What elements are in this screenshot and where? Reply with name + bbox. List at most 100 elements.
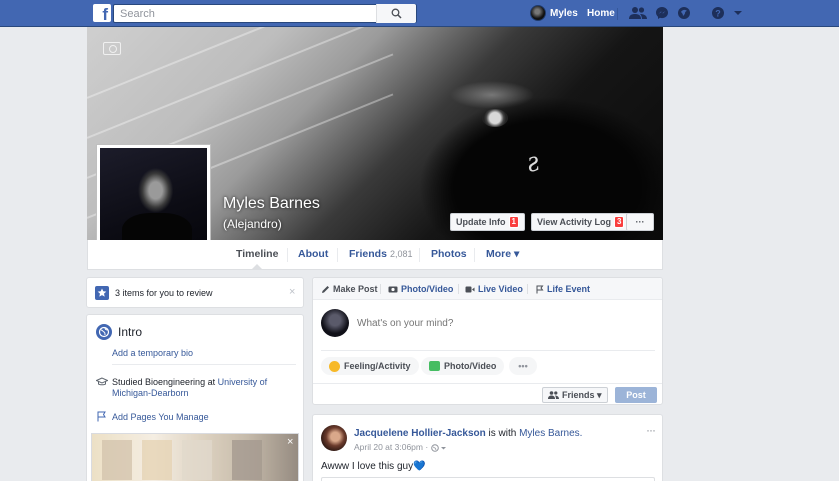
- divider: [112, 364, 296, 365]
- add-bio-link[interactable]: Add a temporary bio: [112, 348, 193, 358]
- post-timestamp[interactable]: April 20 at 3:06pm ·: [354, 442, 431, 452]
- tab-label: Life Event: [547, 284, 591, 294]
- post-text: Awww I love this guy💙: [321, 461, 426, 472]
- avatar: [321, 309, 349, 337]
- featured-photos-preview[interactable]: ×: [91, 433, 299, 481]
- tab-friends[interactable]: Friends 2,081: [349, 240, 412, 269]
- audience-selector[interactable]: Friends ▾: [542, 387, 608, 403]
- update-info-label: Update Info: [456, 217, 506, 227]
- photo-icon: [429, 361, 440, 371]
- cover-decoration: [87, 27, 366, 99]
- tab-divider: [419, 248, 420, 262]
- help-icon[interactable]: ?: [711, 6, 725, 20]
- featured-photo: [182, 440, 212, 480]
- tab-divider: [474, 248, 475, 262]
- friend-requests-icon[interactable]: [629, 6, 647, 20]
- post-button[interactable]: Post: [615, 387, 657, 403]
- tagged-user-link[interactable]: Myles Barnes.: [519, 428, 582, 439]
- post-composer: Make Post Photo/Video Live Video Life Ev…: [312, 277, 663, 405]
- account-menu-icon[interactable]: [733, 6, 743, 20]
- pencil-icon: [322, 285, 329, 293]
- post-meta: April 20 at 3:06pm ·: [354, 442, 447, 452]
- nav-icon-group-right: ?: [711, 6, 743, 20]
- tab-divider: [380, 284, 381, 294]
- nav-user-name: Myles: [550, 7, 578, 19]
- smiley-icon: [329, 360, 340, 372]
- top-navigation-bar: f Myles Home ?: [0, 0, 839, 27]
- tab-label: Live Video: [478, 284, 523, 294]
- profile-name[interactable]: Myles Barnes: [223, 195, 320, 213]
- intro-card: Intro Add a temporary bio Studied Bioeng…: [86, 314, 304, 481]
- pill-label: Feeling/Activity: [344, 361, 411, 371]
- notifications-icon[interactable]: [677, 6, 691, 20]
- tab-label: Photo/Video: [401, 284, 454, 294]
- camera-icon: [388, 286, 398, 293]
- tab-photos[interactable]: Photos: [431, 240, 467, 269]
- tab-about[interactable]: About: [298, 240, 328, 269]
- more-options-button[interactable]: ···: [626, 213, 654, 231]
- feeling-activity-button[interactable]: Feeling/Activity: [321, 357, 419, 375]
- live-video-tab[interactable]: Live Video: [465, 284, 523, 294]
- avatar[interactable]: [321, 425, 347, 451]
- photo-video-tab[interactable]: Photo/Video: [388, 284, 453, 294]
- more-actions-button[interactable]: •••: [509, 357, 537, 375]
- divider: [321, 350, 655, 351]
- star-icon: [95, 286, 109, 300]
- with-text: is with: [485, 428, 520, 439]
- flag-icon: [97, 411, 106, 422]
- tab-more[interactable]: More ▾: [486, 240, 519, 269]
- review-items-card[interactable]: 3 items for you to review ×: [86, 277, 304, 308]
- graduation-cap-icon: [96, 377, 108, 386]
- privacy-icon[interactable]: [430, 443, 447, 452]
- add-pages-link[interactable]: Add Pages You Manage: [112, 412, 209, 422]
- close-icon[interactable]: ×: [289, 286, 295, 298]
- friends-count: 2,081: [389, 249, 413, 259]
- messages-icon[interactable]: [655, 6, 669, 20]
- search-icon: [391, 8, 402, 19]
- author-link[interactable]: Jacquelene Hollier-Jackson: [354, 428, 486, 439]
- audience-label: Friends ▾: [562, 389, 602, 400]
- activity-log-label: View Activity Log: [537, 217, 612, 227]
- tab-label: About: [298, 248, 329, 260]
- tab-divider: [458, 284, 459, 294]
- timeline-post: Jacquelene Hollier-Jackson is with Myles…: [312, 414, 663, 481]
- tab-label: Timeline: [236, 248, 279, 260]
- nav-divider: [617, 8, 618, 20]
- pill-label: Photo/Video: [444, 361, 497, 371]
- nav-profile-link[interactable]: Myles: [530, 5, 578, 21]
- photo-video-button[interactable]: Photo/Video: [421, 357, 505, 375]
- review-text: 3 items for you to review: [115, 288, 213, 298]
- tab-timeline[interactable]: Timeline: [236, 240, 278, 269]
- camera-icon[interactable]: [103, 42, 121, 55]
- status-input[interactable]: [357, 318, 637, 329]
- flag-icon: [536, 285, 544, 293]
- featured-photo: [232, 440, 262, 480]
- tab-label: More ▾: [486, 248, 520, 260]
- view-activity-log-button[interactable]: View Activity Log 3: [531, 213, 631, 231]
- education-prefix: Studied Bioengineering at: [112, 377, 218, 387]
- search-box: [113, 4, 417, 23]
- post-attachment[interactable]: [321, 477, 655, 481]
- search-input[interactable]: [114, 5, 384, 22]
- featured-photo: [142, 440, 172, 480]
- intro-title: Intro: [118, 325, 143, 339]
- globe-icon: [96, 324, 112, 340]
- close-icon[interactable]: ×: [287, 436, 293, 448]
- make-post-tab[interactable]: Make Post: [321, 284, 378, 294]
- facebook-logo[interactable]: f: [93, 4, 111, 22]
- update-info-button[interactable]: Update Info 1: [450, 213, 525, 231]
- activity-log-badge: 3: [614, 216, 625, 228]
- search-button[interactable]: [376, 4, 416, 23]
- life-event-tab[interactable]: Life Event: [536, 284, 590, 294]
- update-info-badge: 1: [508, 216, 519, 228]
- tab-divider: [287, 248, 288, 262]
- svg-text:?: ?: [715, 9, 721, 19]
- post-options-icon[interactable]: ···: [646, 423, 656, 437]
- composer-footer: Friends ▾ Post: [313, 383, 662, 405]
- nav-home-link[interactable]: Home: [587, 8, 615, 19]
- avatar: [530, 5, 546, 21]
- profile-alternate-name: (Alejandro): [223, 217, 282, 231]
- friends-icon: [548, 391, 559, 399]
- cover-watch: [482, 109, 508, 127]
- education-item: Studied Bioengineering at University of …: [112, 377, 296, 399]
